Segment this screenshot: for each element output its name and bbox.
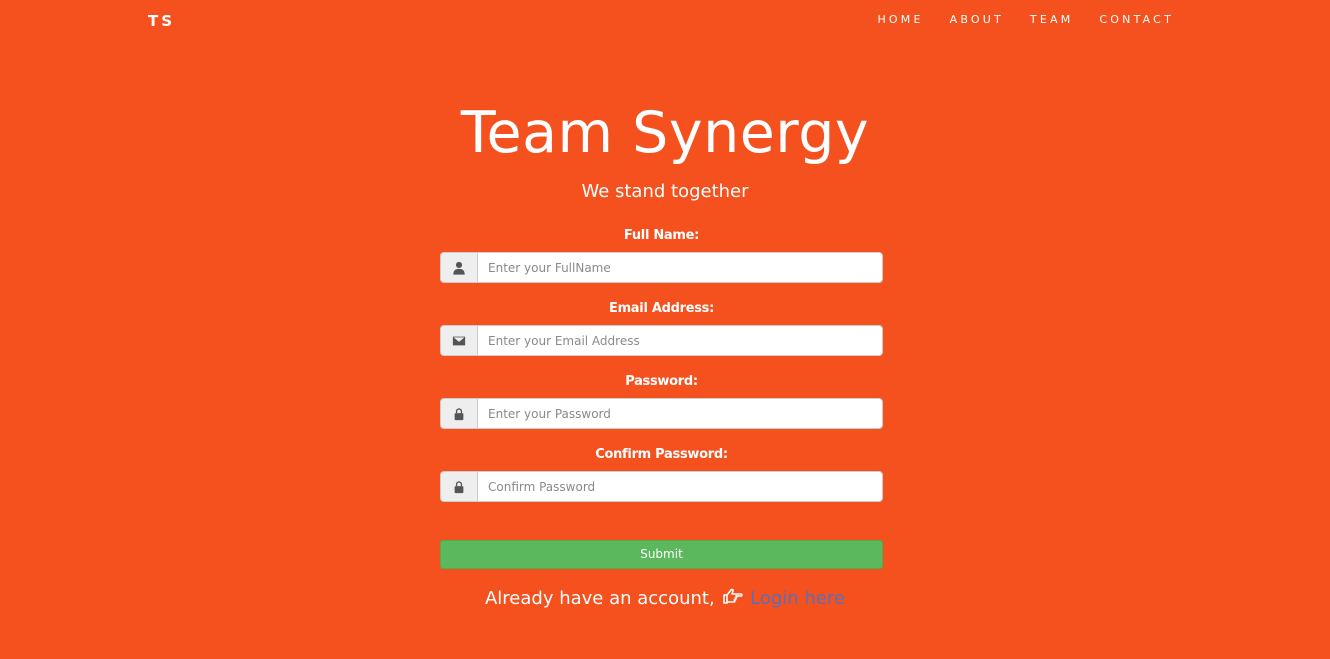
email-group: [440, 325, 883, 356]
envelope-icon: [440, 325, 477, 356]
page-title: Team Synergy: [460, 100, 870, 166]
full-name-label: Full Name:: [623, 228, 700, 243]
full-name-input[interactable]: [477, 252, 883, 283]
password-group: [440, 398, 883, 429]
lock-icon: [440, 471, 477, 502]
password-label: Password:: [625, 374, 698, 389]
login-prompt-text: Already have an account,: [484, 588, 715, 609]
lock-icon: [440, 398, 477, 429]
full-name-group: [440, 252, 883, 283]
login-link[interactable]: Login here: [750, 588, 845, 609]
nav-links: HOME ABOUT TEAM CONTACT: [851, 13, 1174, 26]
password-input[interactable]: [477, 398, 883, 429]
brand-logo[interactable]: TS: [148, 12, 175, 30]
nav-link-home[interactable]: HOME: [877, 13, 923, 26]
email-input[interactable]: [477, 325, 883, 356]
nav-link-about[interactable]: ABOUT: [950, 13, 1004, 26]
confirm-password-input[interactable]: [477, 471, 883, 502]
navbar: TS HOME ABOUT TEAM CONTACT: [0, 0, 1330, 40]
submit-button[interactable]: Submit: [440, 540, 883, 569]
confirm-password-label: Confirm Password:: [595, 447, 728, 462]
hand-pointing-right-icon: [722, 587, 744, 605]
nav-link-team[interactable]: TEAM: [1030, 13, 1074, 26]
confirm-password-group: [440, 471, 883, 502]
nav-link-contact[interactable]: CONTACT: [1099, 13, 1174, 26]
email-label: Email Address:: [608, 301, 714, 316]
page: TS HOME ABOUT TEAM CONTACT Team Synergy …: [0, 0, 1330, 659]
login-prompt: Already have an account, Login here: [0, 587, 1330, 609]
signup-form: Full Name: Email Address: Password: Conf…: [440, 227, 883, 519]
user-icon: [440, 252, 477, 283]
page-subtitle: We stand together: [581, 181, 749, 202]
